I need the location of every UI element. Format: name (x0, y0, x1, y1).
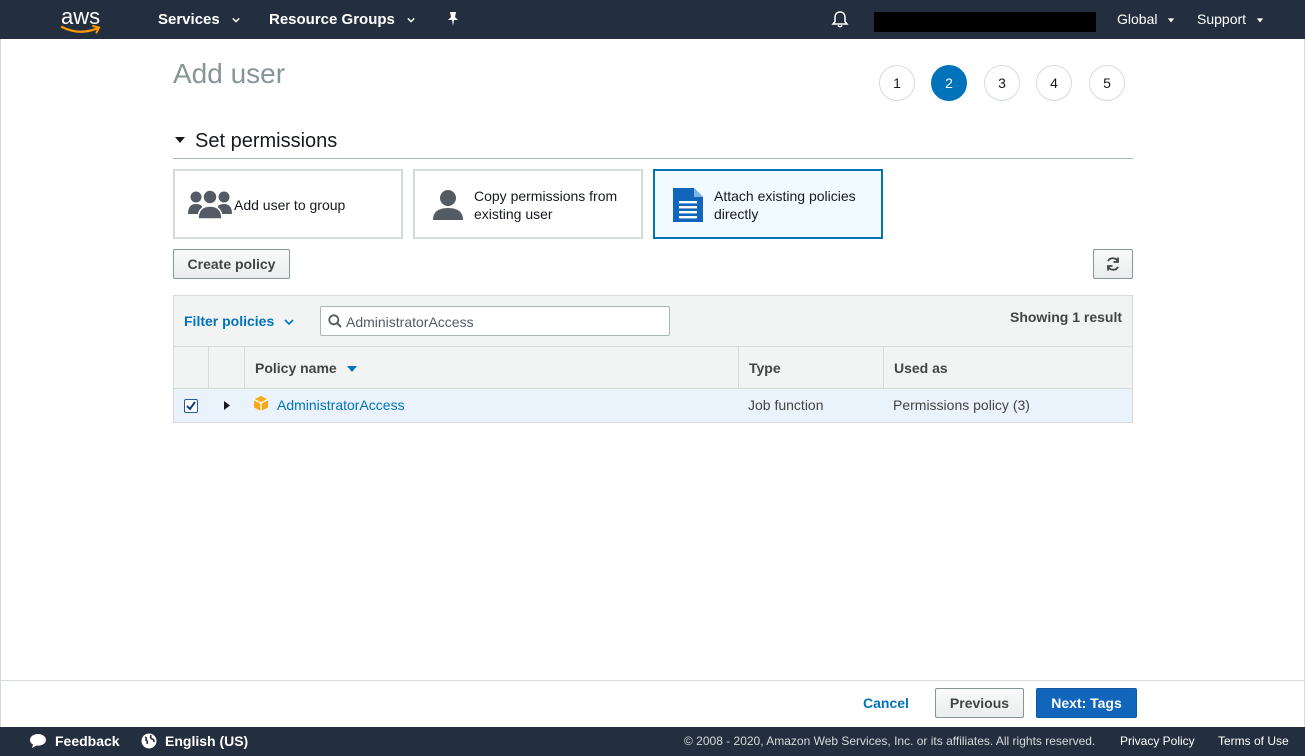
document-icon (673, 188, 703, 222)
feedback-label: Feedback (55, 733, 120, 749)
create-policy-button[interactable]: Create policy (173, 249, 290, 279)
language-selector[interactable]: English (US) (141, 727, 248, 756)
set-permissions-header[interactable]: Set permissions (175, 130, 337, 153)
column-divider (208, 347, 209, 389)
table-row[interactable]: AdministratorAccess Job function Permiss… (174, 389, 1132, 422)
search-icon (328, 314, 342, 328)
bell-icon[interactable] (831, 10, 849, 29)
column-header-used-as[interactable]: Used as (883, 347, 1132, 389)
option-label: Add user to group (234, 197, 346, 213)
previous-button[interactable]: Previous (935, 688, 1024, 718)
policy-type-cell: Job function (748, 397, 824, 413)
user-icon (433, 190, 463, 220)
chevron-down-icon (284, 319, 294, 326)
caret-down-icon (175, 137, 185, 144)
policy-used-as-cell: Permissions policy (3) (893, 397, 1030, 413)
column-header-policy-name[interactable]: Policy name (244, 347, 738, 389)
filter-policies-label: Filter policies (184, 313, 275, 329)
region-label: Global (1117, 11, 1158, 27)
language-label: English (US) (165, 733, 249, 749)
support-label: Support (1197, 11, 1247, 27)
search-input-value: AdministratorAccess (346, 314, 474, 330)
chevron-down-icon (232, 17, 240, 23)
option-label: Attach existing policies directly (714, 188, 856, 222)
option-attach-policies[interactable]: Attach existing policies directly (653, 169, 883, 239)
region-menu[interactable]: Global (1117, 0, 1175, 39)
policy-search-input[interactable]: AdministratorAccess (320, 306, 670, 336)
frame-border-left (0, 39, 1, 727)
expand-row-icon[interactable] (224, 401, 230, 410)
option-add-user-to-group[interactable]: Add user to group (173, 169, 403, 239)
column-label: Policy name (255, 360, 337, 376)
wizard-step-4[interactable]: 4 (1036, 65, 1072, 101)
policies-table: Filter policies AdministratorAccess Show… (173, 295, 1133, 423)
group-icon (188, 189, 232, 220)
aws-logo[interactable]: aws (60, 4, 106, 34)
policy-name-link[interactable]: AdministratorAccess (267, 389, 405, 422)
refresh-icon (1107, 257, 1119, 271)
chevron-down-icon (407, 17, 415, 23)
column-header-type[interactable]: Type (738, 347, 883, 389)
account-name-redacted[interactable] (874, 12, 1096, 32)
caret-down-icon (1256, 18, 1264, 23)
wizard-step-3[interactable]: 3 (984, 65, 1020, 101)
aws-smile-icon (60, 25, 101, 34)
filter-bar: Filter policies AdministratorAccess Show… (174, 296, 1132, 347)
top-navigation-bar: aws Services Resource Groups Global Supp… (0, 0, 1305, 39)
pin-icon[interactable] (446, 11, 460, 27)
caret-down-icon (1168, 18, 1175, 23)
cancel-button[interactable]: Cancel (863, 695, 909, 711)
resource-groups-label: Resource Groups (269, 11, 395, 28)
wizard-step-5[interactable]: 5 (1089, 65, 1125, 101)
sort-descending-icon (346, 366, 357, 372)
resource-groups-menu[interactable]: Resource Groups (269, 0, 415, 39)
services-menu[interactable]: Services (158, 0, 240, 39)
terms-of-use-link[interactable]: Terms of Use (1218, 727, 1289, 756)
refresh-button[interactable] (1093, 249, 1133, 279)
expand-column-header (208, 347, 244, 389)
column-label: Used as (894, 360, 948, 376)
set-permissions-label: Set permissions (195, 130, 338, 152)
next-tags-button[interactable]: Next: Tags (1036, 688, 1137, 718)
actions-divider (0, 680, 1305, 681)
page-title: Add user (173, 58, 286, 89)
option-copy-permissions[interactable]: Copy permissions from existing user (413, 169, 643, 239)
services-label: Services (158, 11, 220, 28)
checkmark-icon (186, 401, 196, 411)
option-label: Copy permissions from existing user (474, 188, 618, 222)
copyright-text: © 2008 - 2020, Amazon Web Services, Inc.… (684, 734, 1096, 748)
console-footer: Feedback English (US) © 2008 - 2020, Ama… (0, 727, 1305, 756)
wizard-step-2-active[interactable]: 2 (931, 65, 967, 101)
row-checkbox[interactable] (184, 399, 198, 413)
feedback-link[interactable]: Feedback (29, 727, 120, 756)
wizard-step-1[interactable]: 1 (879, 65, 915, 101)
speech-bubble-icon (30, 733, 46, 748)
result-count: Showing 1 result (1009, 309, 1122, 325)
globe-icon (141, 733, 157, 749)
filter-policies-dropdown[interactable]: Filter policies (184, 313, 294, 329)
section-divider (173, 158, 1133, 159)
privacy-policy-link[interactable]: Privacy Policy (1120, 727, 1195, 756)
column-label: Type (749, 360, 781, 376)
table-header: Policy name Type Used as (174, 347, 1132, 389)
support-menu[interactable]: Support (1197, 0, 1264, 39)
